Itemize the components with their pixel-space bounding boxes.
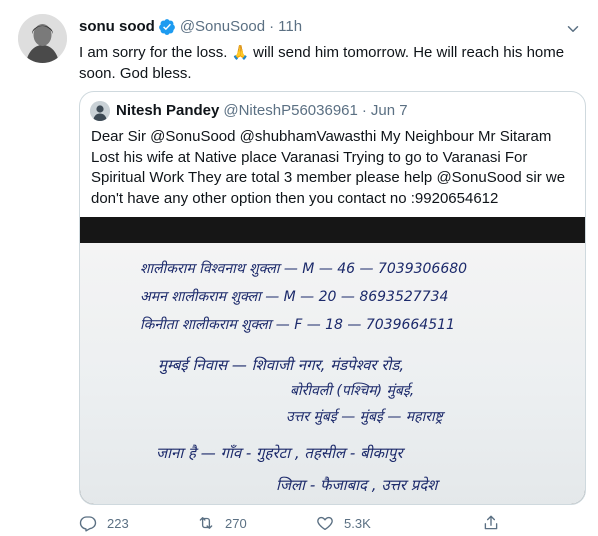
separator-dot: · [269, 18, 275, 35]
note-line: किनीता शालीकराम शुक्ला — F — 18 — 703966… [140, 317, 455, 333]
retweet-icon [199, 517, 213, 529]
tweet-time[interactable]: 11h [278, 17, 302, 37]
note-line: शालीकराम विश्वनाथ शुक्ला — M — 46 — 7039… [140, 261, 468, 277]
separator-dot: · [361, 102, 367, 119]
quoted-author-handle: @NiteshP56036961 [223, 102, 358, 119]
author-avatar[interactable] [18, 14, 67, 63]
share-button[interactable] [482, 514, 510, 532]
quoted-tweet-text: Dear Sir @SonuSood @shubhamVawasthi My N… [91, 128, 566, 207]
quoted-author-avatar [90, 101, 110, 121]
retweet-button[interactable]: 270 [197, 514, 247, 532]
author-handle[interactable]: @SonuSood [180, 17, 265, 37]
note-line: जिला - फैजाबाद , उत्तर प्रदेश [276, 476, 438, 494]
tweet-actions: 223 270 5.3K [79, 514, 499, 534]
tweet-text-part-1: I am sorry for the loss. [79, 44, 232, 61]
quoted-tweet[interactable]: Nitesh Pandey @NiteshP56036961 · Jun 7 D… [79, 91, 586, 505]
tweet-header: sonu sood @SonuSood · 11h [79, 17, 302, 37]
folded-hands-emoji: 🙏 [231, 44, 249, 60]
reply-button[interactable]: 223 [79, 514, 129, 532]
note-line: अमन शालीकराम शुक्ला — M — 20 — 869352773… [140, 289, 449, 305]
note-line: जाना है — गाँव - गुहरेटा , तहसील - बीकाप… [156, 444, 403, 462]
verified-badge-icon [158, 19, 175, 35]
heart-icon [317, 516, 333, 531]
note-line: उत्तर मुंबई — मुंबई — महाराष्ट्र [286, 409, 443, 425]
share-icon [484, 515, 498, 530]
quoted-author-name: Nitesh Pandey [116, 102, 220, 119]
reply-count: 223 [107, 515, 129, 531]
reply-icon [79, 516, 97, 532]
quoted-tweet-header: Nitesh Pandey @NiteshP56036961 · Jun 7 [90, 101, 408, 121]
retweet-count: 270 [225, 515, 247, 531]
note-line: मुम्बई निवास — शिवाजी नगर, मंडपेश्वर रोड… [158, 356, 405, 374]
like-button[interactable]: 5.3K [316, 514, 371, 532]
author-name[interactable]: sonu sood [79, 17, 155, 37]
quoted-tweet-date: Jun 7 [370, 102, 408, 119]
like-count: 5.3K [344, 515, 371, 531]
note-line: बोरीवली (पश्चिम) मुंबई, [290, 383, 415, 399]
tweet-text: I am sorry for the loss. 🙏 will send him… [79, 42, 579, 84]
chevron-down-icon[interactable] [564, 20, 582, 38]
quoted-tweet-photo[interactable]: शालीकराम विश्वनाथ शुक्ला — M — 46 — 7039… [80, 217, 585, 504]
handwritten-note: शालीकराम विश्वनाथ शुक्ला — M — 46 — 7039… [80, 243, 585, 504]
tweet: sonu sood @SonuSood · 11h I am sorry for… [0, 0, 598, 536]
